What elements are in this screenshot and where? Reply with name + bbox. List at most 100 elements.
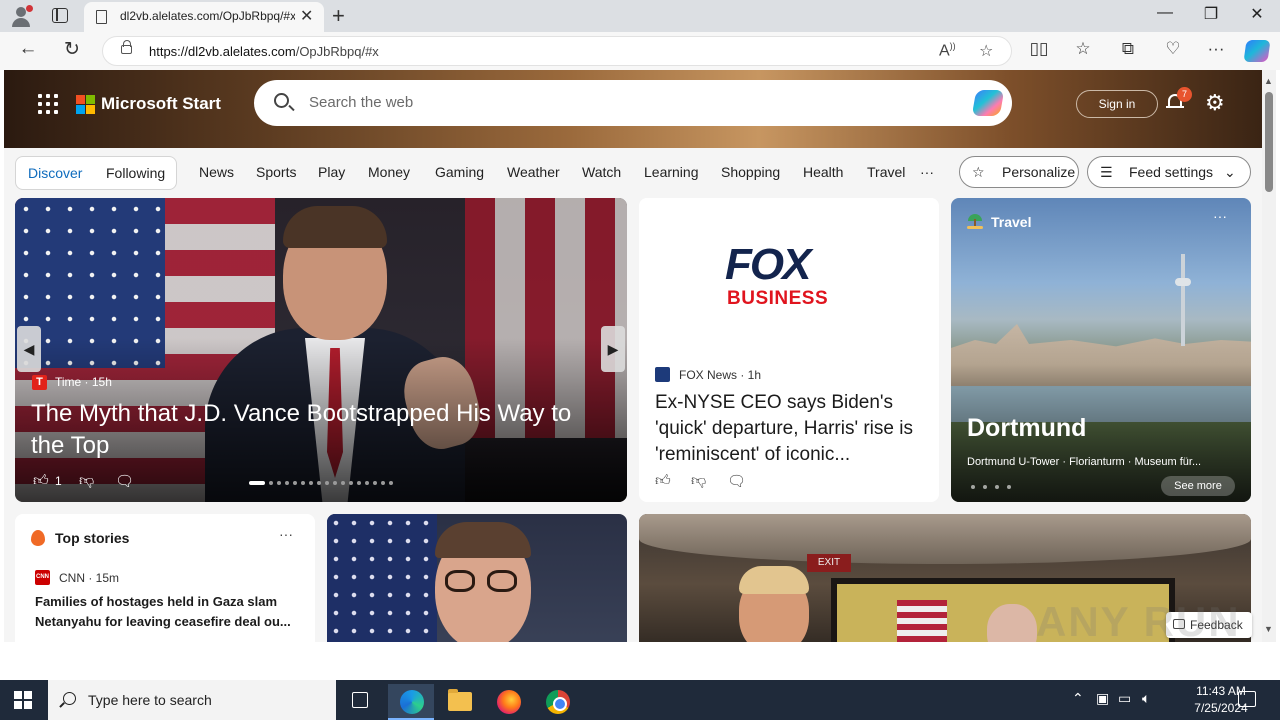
file-explorer-icon[interactable] bbox=[436, 684, 482, 720]
search-icon[interactable] bbox=[274, 93, 289, 108]
thumbs-down-icon[interactable]: 👎︎ bbox=[691, 472, 706, 490]
browser-essentials-icon[interactable]: ♡ bbox=[1160, 39, 1186, 59]
hero-carousel-card[interactable]: T Time · 15h The Myth that J.D. Vance Bo… bbox=[15, 198, 627, 502]
hero-headline[interactable]: The Myth that J.D. Vance Bootstrapped Hi… bbox=[31, 398, 611, 462]
nav-link-gaming[interactable]: Gaming bbox=[435, 164, 484, 180]
settings-more-icon[interactable]: ··· bbox=[1203, 39, 1229, 59]
thumbs-up-icon[interactable]: 👍︎ bbox=[655, 472, 671, 490]
travel-title[interactable]: Dortmund bbox=[967, 414, 1086, 443]
brand-name[interactable]: Microsoft Start bbox=[101, 94, 221, 114]
time-logo-icon: T bbox=[32, 375, 47, 390]
sign-in-button[interactable]: Sign in bbox=[1076, 90, 1158, 118]
edge-taskbar-icon[interactable] bbox=[388, 684, 434, 720]
more-options-icon[interactable]: ··· bbox=[279, 526, 293, 542]
fox-business-logo: FOX BUSINESS bbox=[639, 198, 939, 358]
search-placeholder[interactable]: Search the web bbox=[309, 94, 413, 111]
web-search-box[interactable]: Search the web bbox=[254, 80, 1012, 126]
refresh-icon[interactable]: ↻ bbox=[58, 38, 86, 61]
top-stories-title[interactable]: Top stories bbox=[55, 530, 129, 546]
close-tab-icon[interactable]: ✕ bbox=[300, 6, 313, 26]
address-bar[interactable]: https://dl2vb.alelates.com/OpJbRbpq/#x A… bbox=[102, 36, 1012, 66]
copilot-search-icon[interactable] bbox=[971, 90, 1005, 116]
close-window-icon[interactable]: ✕ bbox=[1234, 4, 1280, 24]
thumbs-up-icon[interactable]: 👍︎ bbox=[33, 472, 49, 490]
flag-backdrop bbox=[327, 514, 437, 642]
windows-start-icon[interactable] bbox=[14, 691, 32, 709]
carousel-next-icon[interactable]: ▶ bbox=[601, 326, 625, 372]
see-more-button[interactable]: See more bbox=[1161, 476, 1235, 496]
settings-gear-icon[interactable]: ⚙ bbox=[1205, 90, 1225, 116]
thumbs-down-icon[interactable]: 👎︎ bbox=[79, 472, 94, 490]
nav-link-sports[interactable]: Sports bbox=[256, 164, 296, 180]
news-photo-card[interactable] bbox=[327, 514, 627, 642]
chrome-icon[interactable] bbox=[534, 684, 580, 720]
scroll-up-icon[interactable]: ▲ bbox=[1264, 76, 1273, 86]
tv-tower-pod bbox=[1175, 278, 1191, 286]
palm-tree-icon bbox=[967, 213, 983, 229]
volume-icon[interactable]: 🔈︎ bbox=[1142, 690, 1150, 707]
search-icon bbox=[63, 692, 76, 705]
show-hidden-icons-icon[interactable]: ⌃ bbox=[1072, 690, 1084, 707]
top-story-source: CNN · 15m bbox=[59, 571, 120, 585]
lock-icon[interactable] bbox=[121, 40, 132, 54]
more-options-icon[interactable]: ··· bbox=[1213, 208, 1227, 224]
url-text[interactable]: https://dl2vb.alelates.com/OpJbRbpq/#x bbox=[149, 44, 379, 59]
back-icon[interactable]: ← bbox=[14, 38, 42, 60]
feed-settings-button[interactable]: ☰ Feed settings ⌄ bbox=[1087, 156, 1251, 188]
minimize-icon[interactable]: — bbox=[1142, 4, 1188, 22]
personalize-button[interactable]: ☆ Personalize bbox=[959, 156, 1079, 188]
nav-more-icon[interactable]: ··· bbox=[920, 164, 934, 180]
task-view-icon[interactable] bbox=[352, 692, 368, 708]
cnn-logo-icon: CNN bbox=[35, 570, 50, 585]
new-tab-icon[interactable]: + bbox=[332, 3, 345, 29]
nav-link-travel[interactable]: Travel bbox=[867, 164, 905, 180]
read-aloud-icon[interactable]: A)) bbox=[939, 41, 956, 60]
comment-off-icon[interactable]: 🗨︎ bbox=[727, 472, 746, 490]
notification-center-icon[interactable] bbox=[1238, 691, 1256, 707]
restore-icon[interactable]: ❐ bbox=[1188, 4, 1234, 24]
app-launcher-icon[interactable] bbox=[38, 94, 58, 114]
carousel-prev-icon[interactable]: ◀ bbox=[17, 326, 41, 372]
nav-link-shopping[interactable]: Shopping bbox=[721, 164, 780, 180]
scroll-thumb[interactable] bbox=[1265, 92, 1273, 192]
nav-link-health[interactable]: Health bbox=[803, 164, 843, 180]
taskbar-search-placeholder[interactable]: Type here to search bbox=[88, 692, 212, 708]
feed-toggle: Discover Following bbox=[15, 156, 177, 190]
top-story-headline[interactable]: Families of hostages held in Gaza slam N… bbox=[35, 592, 303, 632]
top-stories-card: Top stories ··· CNN CNN · 15m Families o… bbox=[15, 514, 315, 642]
firefox-icon[interactable] bbox=[485, 684, 531, 720]
like-count: 1 bbox=[55, 474, 62, 488]
nav-link-weather[interactable]: Weather bbox=[507, 164, 560, 180]
scroll-down-icon[interactable]: ▼ bbox=[1264, 624, 1273, 634]
favorite-star-icon[interactable]: ☆ bbox=[979, 41, 993, 61]
profile-icon[interactable] bbox=[10, 5, 33, 27]
favorites-icon[interactable]: ☆ bbox=[1070, 39, 1096, 59]
fox-headline[interactable]: Ex-NYSE CEO says Biden's 'quick' departu… bbox=[655, 390, 927, 468]
tab-following[interactable]: Following bbox=[106, 165, 165, 181]
comment-icon[interactable]: 🗨︎ bbox=[115, 472, 134, 490]
taskbar-search-box[interactable]: Type here to search bbox=[48, 680, 336, 720]
page-icon bbox=[96, 10, 107, 24]
split-screen-icon[interactable]: ▯▯ bbox=[1026, 39, 1052, 59]
title-bar: dl2vb.alelates.com/OpJbRbpq/#x ✕ + — ❐ ✕ bbox=[0, 0, 1280, 32]
device-icon[interactable]: ▣ bbox=[1096, 690, 1109, 707]
nav-link-news[interactable]: News bbox=[199, 164, 234, 180]
travel-card[interactable]: Travel ··· Dortmund Dortmund U-Tower · F… bbox=[951, 198, 1251, 502]
sparkle-star-icon: ☆ bbox=[972, 164, 985, 180]
microsoft-logo-icon[interactable] bbox=[76, 95, 95, 114]
nav-link-learning[interactable]: Learning bbox=[644, 164, 699, 180]
tab-discover[interactable]: Discover bbox=[28, 165, 82, 181]
nav-link-watch[interactable]: Watch bbox=[582, 164, 621, 180]
browser-tab[interactable]: dl2vb.alelates.com/OpJbRbpq/#x ✕ bbox=[84, 2, 324, 32]
city-photo bbox=[951, 324, 1251, 396]
tv-tower bbox=[1181, 254, 1185, 346]
copilot-icon[interactable] bbox=[1243, 40, 1271, 62]
page-scrollbar[interactable]: ▲ ▼ bbox=[1262, 70, 1276, 642]
collections-icon[interactable]: ⧉ bbox=[1115, 39, 1141, 59]
network-icon[interactable]: ▭ bbox=[1118, 690, 1131, 707]
nav-link-money[interactable]: Money bbox=[368, 164, 410, 180]
tab-actions-icon[interactable] bbox=[52, 8, 68, 23]
nav-link-play[interactable]: Play bbox=[318, 164, 345, 180]
fox-news-card[interactable]: FOX BUSINESS FOX News · 1h Ex-NYSE CEO s… bbox=[639, 198, 939, 502]
glasses-left bbox=[445, 570, 475, 592]
